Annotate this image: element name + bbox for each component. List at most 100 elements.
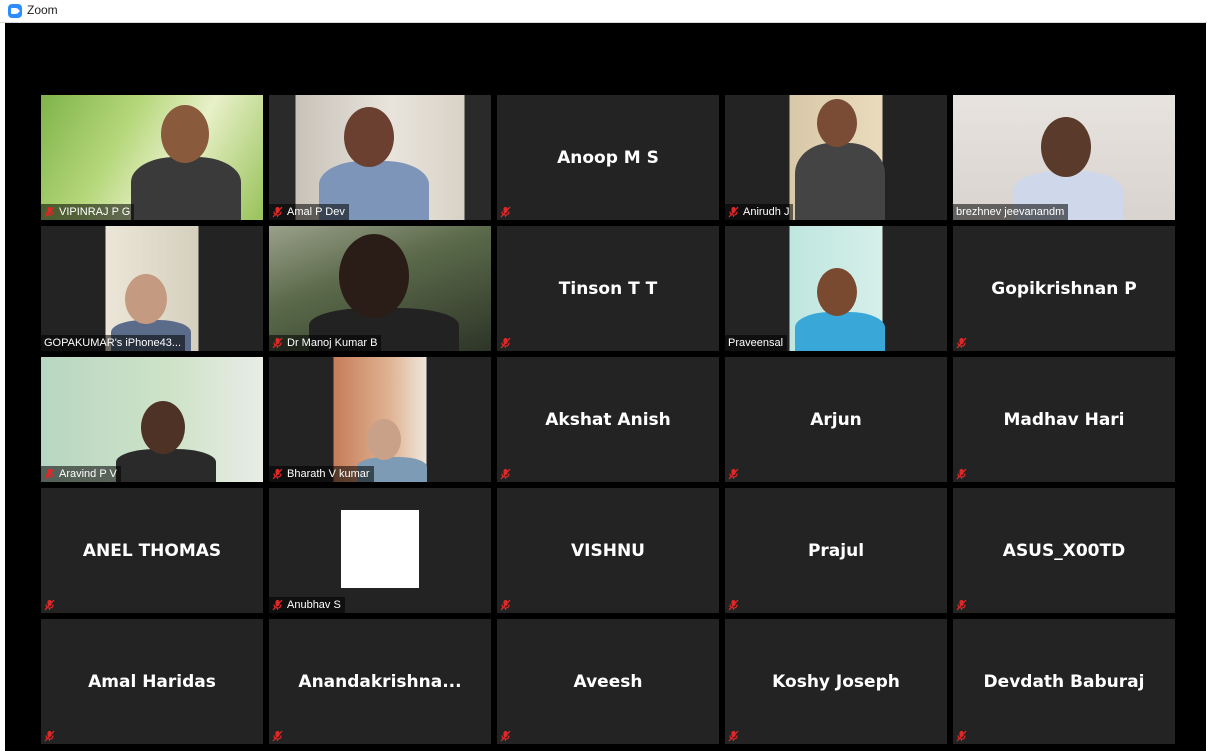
participant-label [953,728,975,744]
microphone-muted-icon [272,206,283,218]
participant-tile[interactable]: VISHNU [497,488,719,613]
participant-tile[interactable]: Anandakrishna... [269,619,491,744]
participant-label [497,204,519,220]
participant-tile[interactable]: Aravind P V [41,357,263,482]
participant-name: Anandakrishna... [298,671,462,692]
participant-name: Koshy Joseph [772,671,900,692]
participant-label-name: Anirudh J [743,206,790,218]
participant-tile[interactable]: Anirudh J [725,95,947,220]
participant-label-name: Anubhav S [287,599,341,611]
participant-tile[interactable]: ASUS_X00TD [953,488,1175,613]
participant-tile[interactable]: Anoop M S [497,95,719,220]
microphone-muted-icon [500,206,511,218]
window-titlebar: Zoom [0,0,1207,23]
participant-label: brezhnev jeevanandm [953,204,1069,220]
microphone-muted-icon [272,730,283,742]
microphone-muted-icon [44,206,55,218]
participant-name: Arjun [810,409,862,430]
participant-label-name: Amal P Dev [287,206,345,218]
participant-label [41,597,63,613]
participant-tile[interactable]: Tinson T T [497,226,719,351]
participant-label [725,597,747,613]
gallery-view: VIPINRAJ P G Amal P Dev Anoop M S Anirudh J… [5,23,1206,751]
participant-tile[interactable]: brezhnev jeevanandm [953,95,1175,220]
participant-tile[interactable]: Gopikrishnan P [953,226,1175,351]
participant-name: Akshat Anish [545,409,671,430]
microphone-muted-icon [728,206,739,218]
participant-tile[interactable]: VIPINRAJ P G [41,95,263,220]
participant-tile[interactable]: Aveesh [497,619,719,744]
participant-tile[interactable]: Arjun [725,357,947,482]
participant-name: Devdath Baburaj [983,671,1145,692]
participant-label [725,728,747,744]
participant-label: Bharath V kumar [269,466,374,482]
zoom-logo-icon [8,4,22,18]
participant-tile[interactable]: GOPAKUMAR's iPhone43... [41,226,263,351]
participant-label-name: brezhnev jeevanandm [956,206,1065,218]
participant-label-name: Praveensal [728,337,784,349]
microphone-muted-icon [44,599,55,611]
participant-tile[interactable]: Bharath V kumar [269,357,491,482]
participant-name: Amal Haridas [88,671,216,692]
participant-name: Aveesh [573,671,643,692]
participant-tile[interactable]: Madhav Hari [953,357,1175,482]
video-feed [269,226,491,351]
participant-tile[interactable]: Dr Manoj Kumar B [269,226,491,351]
video-feed [269,95,491,220]
video-feed [41,357,263,482]
microphone-muted-icon [956,337,967,349]
video-feed [953,95,1175,220]
microphone-muted-icon [500,337,511,349]
microphone-muted-icon [728,599,739,611]
participant-tile[interactable]: ANEL THOMAS [41,488,263,613]
video-feed [725,226,947,351]
microphone-muted-icon [956,730,967,742]
participant-tile[interactable]: Praveensal [725,226,947,351]
microphone-muted-icon [956,599,967,611]
participant-name: Tinson T T [558,278,658,299]
microphone-muted-icon [500,599,511,611]
participant-label-name: GOPAKUMAR's iPhone43... [44,337,182,349]
participant-label-name: Bharath V kumar [287,468,370,480]
participant-label-name: VIPINRAJ P G [59,206,131,218]
participant-label [269,728,291,744]
participant-label-name: Dr Manoj Kumar B [287,337,378,349]
microphone-muted-icon [272,337,283,349]
participant-tile[interactable]: Devdath Baburaj [953,619,1175,744]
participant-name: Anoop M S [557,147,659,168]
participant-label [497,728,519,744]
microphone-muted-icon [956,468,967,480]
participant-label [497,597,519,613]
video-feed [41,226,263,351]
participant-tile[interactable]: Prajul [725,488,947,613]
microphone-muted-icon [44,468,55,480]
participant-label [41,728,63,744]
video-feed [269,357,491,482]
participant-label: VIPINRAJ P G [41,204,135,220]
participant-label [953,597,975,613]
video-feed [41,95,263,220]
participant-tile[interactable]: Amal Haridas [41,619,263,744]
profile-picture-logo [341,510,419,588]
participant-tile[interactable]: Koshy Joseph [725,619,947,744]
participant-name: Prajul [807,540,865,561]
participant-label: Dr Manoj Kumar B [269,335,382,351]
participant-tile[interactable]: Akshat Anish [497,357,719,482]
microphone-muted-icon [500,468,511,480]
video-feed [725,95,947,220]
participant-label: Anubhav S [269,597,345,613]
participant-label-name: Aravind P V [59,468,117,480]
participant-label: GOPAKUMAR's iPhone43... [41,335,186,351]
participant-label: Praveensal [725,335,788,351]
participant-name: Gopikrishnan P [991,278,1137,299]
participant-label [953,466,975,482]
microphone-muted-icon [272,599,283,611]
participant-label [497,466,519,482]
participant-tile[interactable]: Amal P Dev [269,95,491,220]
microphone-muted-icon [500,730,511,742]
participant-tile[interactable]: Anubhav S [269,488,491,613]
window-title: Zoom [27,3,58,17]
participant-label [497,335,519,351]
participant-label: Amal P Dev [269,204,349,220]
microphone-muted-icon [728,468,739,480]
